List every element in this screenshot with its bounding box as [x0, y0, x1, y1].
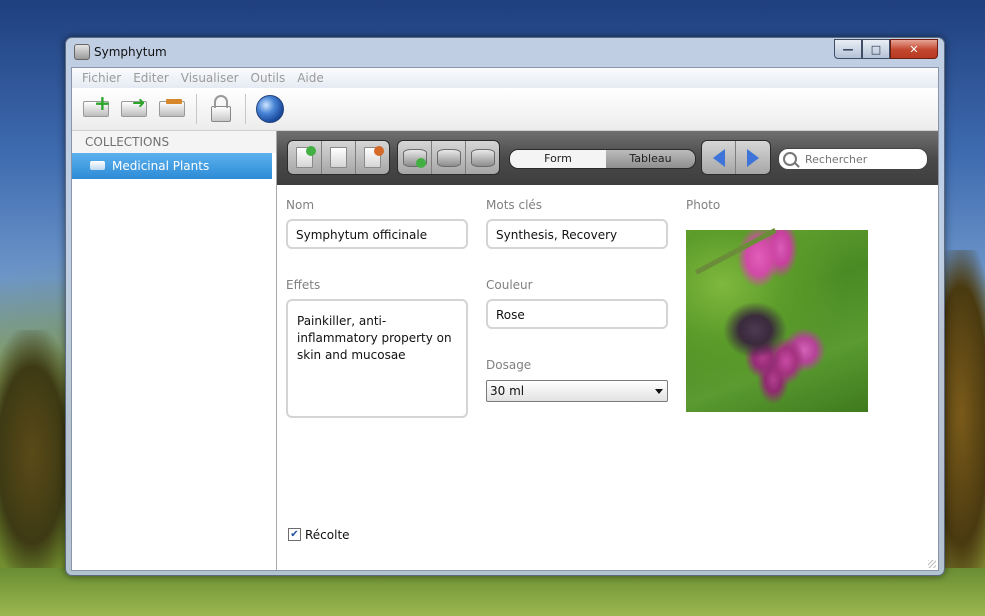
lock-icon: [211, 95, 231, 122]
collections-sidebar: COLLECTIONS Medicinal Plants: [72, 131, 277, 570]
recolte-label: Récolte: [305, 528, 350, 542]
menu-bar: Fichier Editer Visualiser Outils Aide: [72, 68, 938, 88]
previous-record-button[interactable]: [702, 141, 736, 174]
add-field-button[interactable]: [398, 141, 432, 174]
main-toolbar: + ➜: [72, 88, 938, 131]
arrow-right-icon: ➜: [132, 93, 146, 112]
client-area: Fichier Editer Visualiser Outils Aide + …: [71, 67, 939, 571]
recolte-checkbox[interactable]: ✔: [288, 528, 301, 541]
new-record-button[interactable]: [288, 141, 322, 174]
arrow-right-icon: [746, 148, 759, 167]
view-mode-switch: Form Tableau: [509, 149, 696, 169]
window-title: Symphytum: [94, 45, 167, 59]
next-record-button[interactable]: [736, 141, 769, 174]
dosage-value: 30 ml: [490, 384, 525, 398]
toolbar-separator: [196, 94, 197, 124]
app-icon: [74, 44, 90, 60]
sidebar-item-label: Medicinal Plants: [112, 159, 210, 173]
delete-field-icon: [470, 148, 495, 167]
menu-editer[interactable]: Editer: [127, 71, 175, 85]
effets-field[interactable]: Painkiller, anti-inflammatory property o…: [286, 299, 468, 418]
photo-stem: [694, 228, 777, 275]
minimize-icon: —: [842, 42, 854, 56]
maximize-button[interactable]: □: [862, 39, 890, 59]
photo-field[interactable]: [686, 228, 868, 412]
plus-badge-icon: [416, 158, 426, 168]
view-toolbar: Form Tableau: [277, 131, 938, 185]
view-mode-tableau[interactable]: Tableau: [606, 150, 695, 168]
menu-outils[interactable]: Outils: [245, 71, 292, 85]
photo-label: Photo: [686, 198, 721, 212]
modify-field-button[interactable]: [432, 141, 466, 174]
delete-record-button[interactable]: [356, 141, 389, 174]
sidebar-header: COLLECTIONS: [72, 131, 276, 153]
modify-field-icon: [436, 148, 461, 167]
record-button-group: [287, 140, 390, 175]
mots-cles-label: Mots clés: [486, 198, 543, 212]
navigation-button-group: [701, 140, 771, 175]
menu-aide[interactable]: Aide: [291, 71, 330, 85]
chevron-down-icon: [655, 389, 663, 394]
online-button[interactable]: [254, 93, 286, 125]
lock-button[interactable]: [205, 93, 237, 125]
nom-label: Nom: [286, 198, 315, 212]
nom-field[interactable]: Symphytum officinale: [286, 219, 468, 249]
view-mode-form[interactable]: Form: [510, 150, 606, 168]
search-icon: [783, 152, 797, 166]
delete-collection-button[interactable]: [156, 93, 188, 125]
checkmark-icon: ✔: [290, 529, 299, 540]
mots-cles-field[interactable]: Synthesis, Recovery: [486, 219, 668, 249]
delete-field-button[interactable]: [466, 141, 499, 174]
couleur-label: Couleur: [486, 278, 533, 292]
toolbar-separator: [245, 94, 246, 124]
duplicate-collection-button[interactable]: ➜: [118, 93, 150, 125]
effets-label: Effets: [286, 278, 321, 292]
menu-fichier[interactable]: Fichier: [76, 71, 127, 85]
minus-icon: [166, 99, 182, 104]
plus-icon: +: [94, 91, 111, 115]
sidebar-item-medicinal-plants[interactable]: Medicinal Plants: [72, 153, 272, 179]
couleur-field[interactable]: Rose: [486, 299, 668, 329]
arrow-left-icon: [712, 148, 725, 167]
record-view: Form Tableau Nom Symphytum offi: [277, 131, 938, 570]
delete-badge-icon: [374, 146, 384, 156]
dosage-select[interactable]: 30 ml: [486, 380, 668, 402]
collection-icon: [90, 161, 105, 170]
plus-badge-icon: [306, 146, 316, 156]
minimize-button[interactable]: —: [834, 39, 862, 59]
field-button-group: [397, 140, 500, 175]
app-window: Symphytum — □ ✕ Fichier Editer Visualise…: [65, 37, 945, 576]
duplicate-record-button[interactable]: [322, 141, 356, 174]
dosage-label: Dosage: [486, 358, 532, 372]
close-button[interactable]: ✕: [890, 39, 938, 59]
resize-grip[interactable]: [928, 560, 936, 568]
title-bar[interactable]: Symphytum — □ ✕: [66, 38, 944, 66]
menu-visualiser[interactable]: Visualiser: [175, 71, 245, 85]
new-collection-button[interactable]: +: [80, 91, 112, 125]
maximize-icon: □: [870, 42, 882, 56]
globe-icon: [256, 95, 284, 123]
search-input[interactable]: [803, 151, 922, 167]
close-icon: ✕: [909, 42, 919, 56]
search-box: [778, 148, 928, 170]
duplicate-record-icon: [330, 147, 347, 168]
